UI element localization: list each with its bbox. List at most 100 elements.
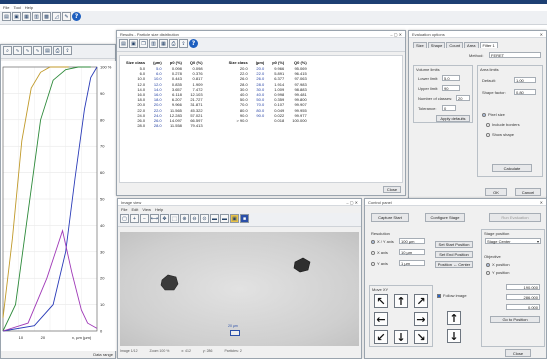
zoom-out-icon[interactable]: − (140, 214, 149, 223)
include-borders-option[interactable]: Include borders (486, 122, 520, 127)
measure-icon[interactable]: ⟷ (150, 214, 159, 223)
microscope-image[interactable]: 20 µm (120, 232, 359, 346)
save-icon[interactable]: ▣ (12, 12, 21, 21)
zoom-in-icon[interactable]: + (130, 214, 139, 223)
method-field[interactable]: FERET (489, 52, 541, 58)
pan-icon[interactable]: ✥ (160, 214, 169, 223)
graph-icon[interactable]: ◿ (52, 12, 61, 21)
copy-icon[interactable]: ❐ (139, 39, 148, 48)
arrow-down-button[interactable]: ↓ (394, 330, 408, 344)
y-axis-field[interactable]: 1 µm (399, 260, 425, 266)
shape-factor-field[interactable]: 0.80 (514, 89, 536, 95)
window-controls[interactable]: – ▢ ✕ (346, 200, 358, 205)
close-icon[interactable]: ✕ (540, 200, 543, 205)
export-icon[interactable]: ▬ (220, 214, 229, 223)
x-axis-field[interactable]: 10 µm (399, 249, 425, 255)
tab-count[interactable]: Count (446, 42, 464, 48)
image-menu-edit[interactable]: Edit (131, 207, 138, 212)
classes-field[interactable]: 20 (456, 95, 470, 101)
tab-filter-1[interactable]: Filter 1 (479, 42, 498, 48)
table-icon[interactable]: ▤ (43, 46, 52, 55)
zoom-reset-icon[interactable]: ⊙ (200, 214, 209, 223)
image-menu-view[interactable]: View (142, 207, 151, 212)
set-end-button[interactable]: Set End Position (435, 251, 473, 258)
x-position-radio[interactable] (486, 262, 490, 267)
calculate-button[interactable]: Calculate (492, 164, 532, 172)
graph-icon[interactable]: ∿ (33, 46, 42, 55)
arrow-left-button[interactable]: ← (374, 312, 388, 326)
tab-shape[interactable]: Shape (427, 42, 446, 48)
chart-icon[interactable]: ▦ (22, 12, 31, 21)
set-start-button[interactable]: Set Start Position (435, 241, 473, 248)
y-position-option[interactable]: Y position (486, 270, 510, 275)
tab-area[interactable]: Area (464, 42, 479, 48)
menu-help[interactable]: Help (25, 5, 33, 10)
x-axis-radio[interactable] (371, 250, 375, 255)
arrow-up-button[interactable]: ↑ (394, 294, 408, 308)
open-icon[interactable]: ▤ (2, 12, 11, 21)
upper-limit-field[interactable]: 90 (442, 85, 460, 91)
table-row[interactable]: 28.0 28.0 11.558 79.413 (122, 123, 311, 128)
close-icon[interactable]: ✕ (540, 32, 543, 37)
grid-icon[interactable]: ▩ (42, 12, 51, 21)
help-icon[interactable]: ? (72, 12, 81, 21)
arrow-up-right-button[interactable]: ↗ (414, 294, 428, 308)
chart-icon[interactable]: ▥ (149, 39, 158, 48)
default-field[interactable]: 1.00 (514, 77, 536, 83)
y-axis-option[interactable]: Y axis (371, 261, 388, 266)
xy-axis-option[interactable]: X / Y axis (371, 239, 394, 244)
y-position-radio[interactable] (486, 270, 490, 275)
menu-file[interactable]: File (3, 5, 9, 10)
center-position-button[interactable]: Position ↔ Center (435, 261, 473, 268)
xy-axis-radio[interactable] (371, 239, 375, 244)
image-menu-file[interactable]: File (121, 207, 127, 212)
lower-limit-field[interactable]: 5.0 (442, 75, 460, 81)
save-icon[interactable]: ▣ (129, 39, 138, 48)
pixel-size-option[interactable]: Pixel size (482, 112, 505, 117)
go-to-position-button[interactable]: Go to Position (490, 316, 540, 323)
ok-button[interactable]: OK (485, 188, 507, 196)
export-icon[interactable]: ▬ (210, 214, 219, 223)
xy-axis-field[interactable]: 100 µm (399, 238, 425, 244)
position-field-1[interactable]: 190.000 (506, 284, 540, 290)
show-shape-option[interactable]: Show shape (486, 132, 514, 137)
settings-icon[interactable]: ✎ (62, 12, 71, 21)
z-up-button[interactable]: ↑ (447, 311, 461, 325)
table-icon[interactable]: ▦ (159, 39, 168, 48)
tolerance-field[interactable]: 0 (442, 105, 456, 111)
open-icon[interactable]: ▤ (119, 39, 128, 48)
show-shape-radio[interactable] (486, 132, 490, 137)
configure-stage-button[interactable]: Configure Stage (425, 213, 465, 222)
stage-select[interactable]: Stage Center ▾ (485, 238, 541, 244)
print-icon[interactable]: ⎙ (169, 39, 178, 48)
window-controls[interactable]: – ▢ ✕ (390, 32, 402, 37)
x-axis-option[interactable]: X axis (371, 250, 388, 255)
close-button[interactable]: Close (383, 186, 401, 193)
image-menu-help[interactable]: Help (155, 207, 163, 212)
chart-icon[interactable]: ▥ (32, 12, 41, 21)
arrow-right-button[interactable]: → (414, 312, 428, 326)
control-close-button[interactable]: Close (505, 349, 531, 357)
menu-tool[interactable]: Tool (13, 5, 20, 10)
zoom-icon[interactable]: ⌕ (3, 46, 12, 55)
arrow-down-right-button[interactable]: ↘ (414, 330, 428, 344)
follow-image-checkbox[interactable] (437, 293, 441, 298)
y-axis-radio[interactable] (371, 261, 375, 266)
export-icon[interactable]: ⇪ (63, 46, 72, 55)
zoom-out-icon[interactable]: ⊖ (190, 214, 199, 223)
graph-icon[interactable]: ∿ (13, 46, 22, 55)
position-field-3[interactable]: 0.000 (506, 304, 540, 310)
export-icon[interactable]: ⇪ (179, 39, 188, 48)
arrow-down-left-button[interactable]: ↙ (374, 330, 388, 344)
print-icon[interactable]: ⎙ (53, 46, 62, 55)
graph-icon[interactable]: ∿ (23, 46, 32, 55)
stop-icon[interactable]: ■ (240, 214, 249, 223)
cancel-button[interactable]: Cancel (515, 188, 541, 196)
save-icon[interactable]: ▣ (230, 214, 239, 223)
run-evaluation-button[interactable]: Run Evaluation (489, 213, 541, 222)
position-field-2[interactable]: 286.000 (506, 294, 540, 300)
tab-size[interactable]: Size (413, 42, 427, 48)
arrow-up-left-button[interactable]: ↖ (374, 294, 388, 308)
include-borders-radio[interactable] (486, 122, 490, 127)
help-icon[interactable]: ? (189, 39, 198, 48)
